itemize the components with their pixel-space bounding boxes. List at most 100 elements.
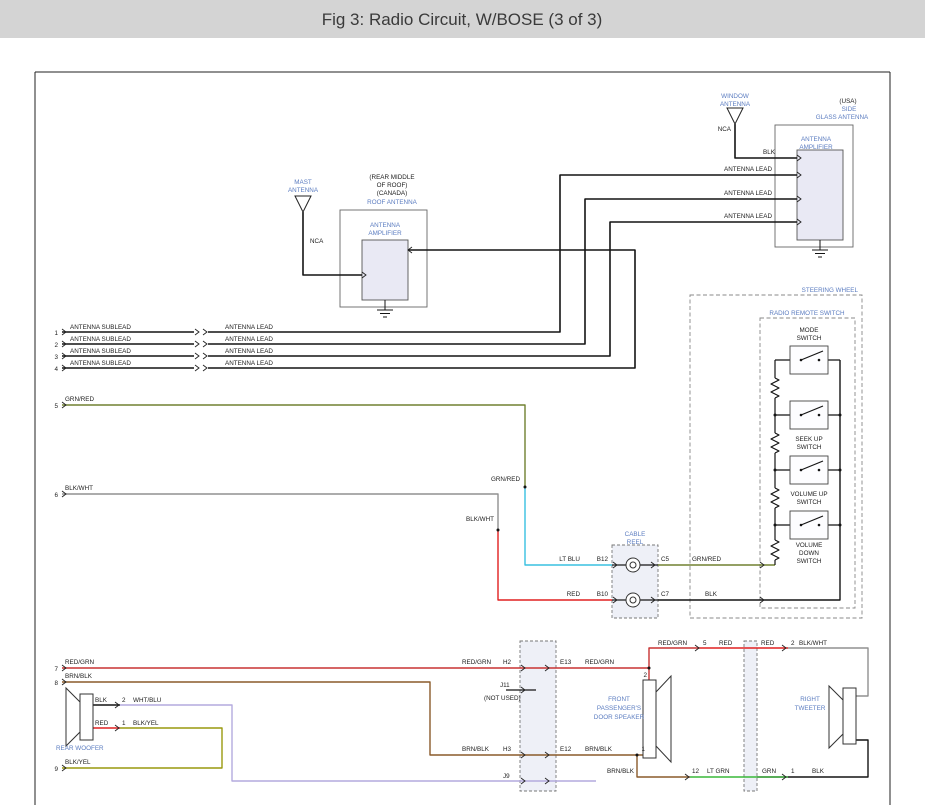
pin-label-j9: J9 xyxy=(503,773,510,780)
wire-label-blk: BLK xyxy=(705,591,718,598)
front-door-speaker-label: PASSENGER'S xyxy=(597,705,641,712)
side-glass-antenna-label: SIDE xyxy=(842,106,857,113)
roof-location-note: OF ROOF) xyxy=(377,182,408,189)
wire-label-nca: NCA xyxy=(718,126,732,133)
volume-up-switch xyxy=(775,456,840,484)
steering-wheel-box xyxy=(690,295,862,618)
wire-label-antenna-sublead: ANTENNA SUBLEAD xyxy=(70,348,131,355)
resistor-ladder xyxy=(771,360,779,565)
seek-up-switch-label: SEEK UP xyxy=(795,436,822,443)
volume-up-switch-label: SWITCH xyxy=(797,499,822,506)
roof-location-note: (REAR MIDDLE xyxy=(369,174,414,181)
connector-arrow-icon xyxy=(203,341,207,347)
wire-label-red-grn: RED/GRN xyxy=(658,640,687,647)
pin-label-h2: H2 xyxy=(503,659,512,666)
steering-wheel-label: STEERING WHEEL xyxy=(802,287,859,294)
right-tweeter-label: RIGHT xyxy=(800,696,820,703)
wire-label-antenna-lead: ANTENNA LEAD xyxy=(724,166,772,173)
wire-label-nca: NCA xyxy=(310,238,324,245)
mode-switch-label: MODE xyxy=(800,327,819,334)
cable-reel-label: CABLE xyxy=(625,531,646,538)
wire-label-antenna-lead: ANTENNA LEAD xyxy=(225,348,273,355)
mode-switch xyxy=(775,346,840,374)
harness-connector-strip xyxy=(520,641,556,791)
antenna-amplifier-label: AMPLIFIER xyxy=(799,144,833,151)
wire-label-red-grn: RED/GRN xyxy=(462,659,491,666)
row-number: 6 xyxy=(54,492,58,499)
connector-arrow-icon xyxy=(195,365,199,371)
connector-arrow-icon xyxy=(203,353,207,359)
pin-number: 1 xyxy=(122,720,126,727)
mast-antenna-icon xyxy=(295,196,311,212)
wire-label-grn: GRN xyxy=(762,768,776,775)
resistor-icon xyxy=(771,540,779,560)
pin-label-e12: E12 xyxy=(560,746,572,753)
wire-label-blk: BLK xyxy=(95,697,108,704)
wire-label-blk-wht: BLK/WHT xyxy=(466,516,494,523)
pin-label-c5: C5 xyxy=(661,556,670,563)
coil-icon xyxy=(626,593,640,607)
seek-up-switch-label: SWITCH xyxy=(797,444,822,451)
resistor-icon xyxy=(771,488,779,508)
wire-label-blk-yel: BLK/YEL xyxy=(133,720,159,727)
wire-label-blk: BLK xyxy=(763,149,776,156)
connector-arrow-icon xyxy=(195,329,199,335)
wire-wht-blu xyxy=(120,705,556,781)
region-note: (USA) xyxy=(839,98,856,105)
wire-grn-red xyxy=(62,405,525,487)
wire-red-grn-branch xyxy=(649,648,700,668)
wire-label-blk-wht: BLK/WHT xyxy=(799,640,827,647)
radio-remote-switch-label: RADIO REMOTE SWITCH xyxy=(769,310,845,317)
wire-label-red: RED xyxy=(761,640,775,647)
wire-label-antenna-sublead: ANTENNA SUBLEAD xyxy=(70,324,131,331)
wire-blk-wht xyxy=(62,494,498,530)
volume-down-switch-label: SWITCH xyxy=(797,558,822,565)
wire-label-brn-blk: BRN/BLK xyxy=(607,768,635,775)
wire-label-antenna-lead: ANTENNA LEAD xyxy=(225,360,273,367)
volume-down-switch xyxy=(775,511,840,539)
antenna-lead-wires xyxy=(62,124,797,368)
wire-label-blk-wht: BLK/WHT xyxy=(65,485,93,492)
wire-label-wht-blu: WHT/BLU xyxy=(133,697,162,704)
wire-blk-tweeter xyxy=(788,740,868,777)
volume-up-switch-label: VOLUME UP xyxy=(790,491,827,498)
volume-down-switch-label: VOLUME xyxy=(796,542,823,549)
wire-label-grn-red: GRN/RED xyxy=(491,476,520,483)
pin-label-e13: E13 xyxy=(560,659,572,666)
wire-label-antenna-lead: ANTENNA LEAD xyxy=(724,213,772,220)
window-antenna-icon xyxy=(727,108,743,124)
window-antenna-label: WINDOW xyxy=(721,93,749,100)
wiring-diagram-page: Fig 3: Radio Circuit, W/BOSE (3 of 3) xyxy=(0,0,925,805)
mast-antenna-label: MAST xyxy=(294,179,312,186)
speaker-pin-number: 1 xyxy=(641,746,645,753)
row-number: 5 xyxy=(54,403,58,410)
resistor-icon xyxy=(771,433,779,453)
wire-label-brn-blk: BRN/BLK xyxy=(65,673,93,680)
pin-number: 2 xyxy=(122,697,126,704)
wire-label-antenna-sublead: ANTENNA SUBLEAD xyxy=(70,336,131,343)
wire-label-antenna-lead: ANTENNA LEAD xyxy=(225,336,273,343)
pin-number: 2 xyxy=(791,640,795,647)
diagram-border xyxy=(35,72,890,805)
coil-icon xyxy=(626,558,640,572)
speaker-pin-number: 2 xyxy=(643,672,647,679)
page-title: Fig 3: Radio Circuit, W/BOSE (3 of 3) xyxy=(322,10,603,29)
cable-reel-label: REEL xyxy=(627,539,644,546)
connector-arrow-icon xyxy=(195,341,199,347)
wire-label-grn-red: GRN/RED xyxy=(65,396,94,403)
front-door-speaker-label: DOOR SPEAKER xyxy=(594,714,645,721)
pin-label-b12: B12 xyxy=(597,556,609,563)
row-number: 2 xyxy=(54,342,58,349)
wire-label-lt-grn: LT GRN xyxy=(707,768,730,775)
window-antenna-label: ANTENNA xyxy=(720,101,751,108)
wire-lt-blu xyxy=(525,487,612,565)
right-tweeter xyxy=(829,686,856,748)
pin-number: 12 xyxy=(692,768,700,775)
connector-arrow-icon xyxy=(195,353,199,359)
connector-arrow-icon xyxy=(203,365,207,371)
antenna-amplifier-label: ANTENNA xyxy=(370,222,401,229)
wire-label-red-grn: RED/GRN xyxy=(585,659,614,666)
wire-label-red-grn: RED/GRN xyxy=(65,659,94,666)
wire-label-brn-blk: BRN/BLK xyxy=(585,746,613,753)
row-number: 3 xyxy=(54,354,58,361)
